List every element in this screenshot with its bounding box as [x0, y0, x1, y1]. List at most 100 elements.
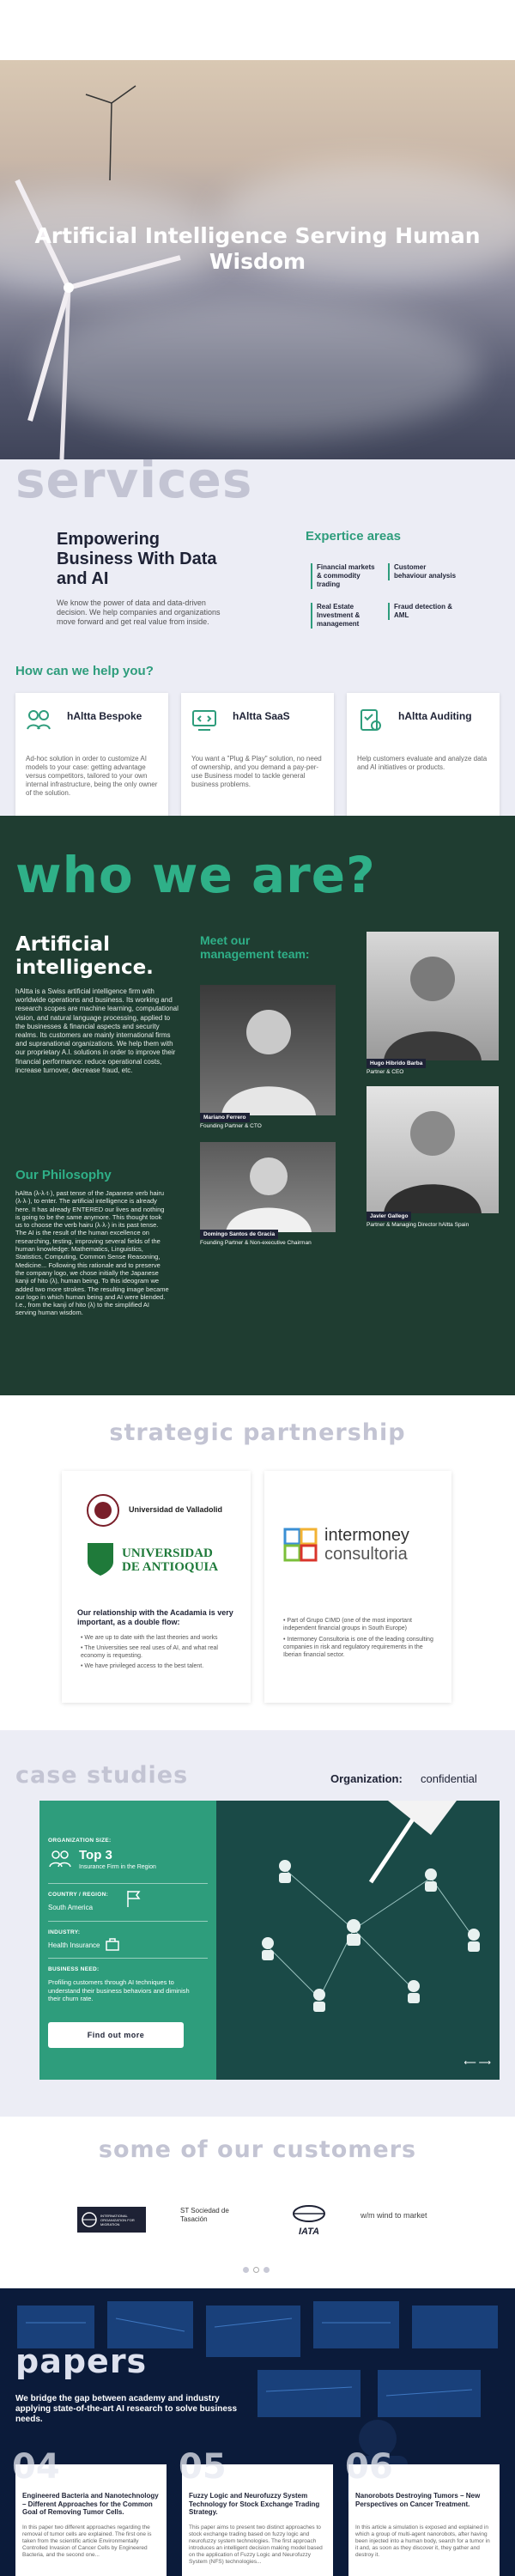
intermoney-logo-line: intermoney — [324, 1526, 409, 1545]
ai-text: hAltta is a Swiss artificial intelligenc… — [15, 987, 179, 1074]
intermoney-bullet: • Part of Grupo CIMD (one of the most im… — [283, 1618, 412, 1631]
academia-bullets: • We are up to date with the last theori… — [81, 1634, 242, 1670]
customer-logo-text: INTERNATIONAL ORGANIZATION FOR MIGRATION — [100, 2214, 135, 2227]
customer-logo-text: w/m wind to market — [360, 2211, 427, 2220]
academia-bullet: • We are up to date with the last theori… — [81, 1635, 218, 1641]
iom-logo: INTERNATIONAL ORGANIZATION FOR MIGRATION — [77, 2207, 146, 2233]
paper-title: Nanorobots Destroying Tumors – New Persp… — [355, 2492, 481, 2508]
team-member-role: Founding Partner & CTO — [200, 1123, 262, 1129]
paper-card[interactable]: 06 Nanorobots Destroying Tumors – New Pe… — [345, 2447, 500, 2576]
expertise-item: Real Estate Investment & management — [311, 603, 379, 629]
paper-text: In this paper two different approaches r… — [22, 2524, 152, 2558]
academia-heading: Our relationship with the Acadamia is ve… — [77, 1608, 233, 1626]
top-bar — [0, 0, 515, 60]
ai-title: Artificial intelligence. — [15, 933, 154, 979]
antioquia-seal-logo — [88, 1543, 113, 1576]
service-card-auditing[interactable]: hAltta Auditing Help customers evaluate … — [347, 693, 500, 826]
auditing-icon — [360, 709, 381, 731]
wind-to-market-logo: w/m wind to market — [360, 2211, 446, 2220]
person-portrait — [384, 1111, 482, 1213]
team-photo — [367, 1086, 499, 1213]
team-member-name: Mariano Ferrero — [200, 1113, 250, 1122]
divider — [48, 1958, 208, 1959]
case-industry-label: INDUSTRY: — [48, 1929, 81, 1935]
strategic-section-title: strategic partnership — [109, 1419, 406, 1446]
intermoney-bullet: • Intermoney Consultoria is one of the l… — [283, 1637, 433, 1658]
carousel-dot[interactable] — [264, 2267, 270, 2273]
network-people-illustration — [262, 1801, 480, 2012]
expertise-item: Fraud detection & AML — [388, 603, 457, 620]
paper-number: 04 — [12, 2447, 60, 2487]
paper-title: Fuzzy Logic and Neurofuzzy System Techno… — [189, 2492, 320, 2516]
team-title: Meet our management team: — [200, 933, 310, 961]
find-out-more-button[interactable]: Find out more — [48, 2022, 184, 2048]
service-card-text: Help customers evaluate and analyze data… — [357, 755, 488, 771]
team-member-name: Javier Gallego — [367, 1212, 412, 1221]
team-member-caption: Javier Gallego Partner & Managing Direct… — [367, 1206, 495, 1229]
partner-logo-antioquia: UNIVERSIDAD DE ANTIOQUIA — [122, 1546, 219, 1574]
service-card-title: hAltta Bespoke — [67, 710, 142, 722]
saas-icon — [192, 710, 216, 731]
paper-number: 06 — [345, 2447, 393, 2487]
next-arrow-icon[interactable]: ⟶ — [479, 2058, 491, 2068]
team-member-role: Partner & Managing Director hAltta Spain — [367, 1222, 470, 1228]
customers-section-title: some of our customers — [98, 2136, 417, 2163]
paper-card[interactable]: 05 Fuzzy Logic and Neurofuzzy System Tec… — [179, 2447, 333, 2576]
case-size-value: Top 3 — [79, 1848, 112, 1862]
globe-logo-mark — [293, 2205, 325, 2222]
intermoney-logo-line: consultoria — [324, 1545, 408, 1564]
previous-arrow-icon[interactable]: ⟵ — [464, 2058, 476, 2068]
services-section-title: services — [15, 451, 253, 509]
paper-number: 05 — [179, 2447, 227, 2487]
team-member-role: Partner & CEO — [367, 1069, 404, 1075]
team-member-name: Domingo Santos de Gracia — [200, 1230, 279, 1239]
service-card-text: Ad-hoc solution in order to customize AI… — [26, 755, 158, 797]
case-needs-label: BUSINESS NEED: — [48, 1966, 100, 1972]
customer-logo-text: IATA — [298, 2227, 320, 2237]
case-country-label: COUNTRY / REGION: — [48, 1892, 109, 1898]
carousel-dot-active[interactable] — [253, 2267, 259, 2273]
academia-bullet: • The Universities see real uses of AI, … — [81, 1645, 218, 1659]
people-icon — [49, 1850, 71, 1868]
paper-text: This paper aims to present two distinct … — [189, 2524, 323, 2565]
service-card-title: hAltta SaaS — [233, 710, 290, 722]
paper-card[interactable]: 04 Engineered Bacteria and Nanotechnolog… — [12, 2447, 167, 2576]
philosophy-title: Our Philosophy — [15, 1168, 112, 1182]
st-logo: ST Sociedad de Tasación — [180, 2207, 258, 2224]
team-member-caption: Hugo Hibrido Barba Partner & CEO — [367, 1054, 427, 1076]
valladolid-seal-logo — [87, 1494, 119, 1527]
service-card-bespoke[interactable]: hAltta Bespoke Ad-hoc solution in order … — [15, 693, 168, 826]
team-photo — [200, 1142, 336, 1232]
hero-title: Artificial Intelligence Serving Human Wi… — [34, 223, 481, 274]
intermoney-logo-text: intermoney consultoria — [324, 1526, 409, 1564]
person-portrait — [226, 1157, 312, 1232]
paper-title: Engineered Bacteria and Nanotechnology –… — [22, 2492, 159, 2516]
team-member-caption: Domingo Santos de Gracia Founding Partne… — [200, 1224, 312, 1247]
team-photo — [200, 985, 336, 1115]
papers-section-title: papers — [15, 2342, 148, 2380]
expertise-title: Expertice areas — [306, 529, 401, 544]
intermoney-bullets: • Part of Grupo CIMD (one of the most im… — [283, 1617, 438, 1659]
carousel-dot[interactable] — [243, 2267, 249, 2273]
case-size-sub: Insurance Firm in the Region — [79, 1864, 156, 1870]
team-member-role: Founding Partner & Non-executive Chairma… — [200, 1240, 312, 1246]
case-industry-value: Health Insurance — [48, 1941, 100, 1949]
intermoney-logo-mark — [283, 1528, 318, 1562]
services-heading: Empowering Business With Data and AI — [57, 530, 217, 588]
hero-banner: Artificial Intelligence Serving Human Wi… — [0, 60, 515, 459]
partner-logo-valladolid: Universidad de Valladolid — [129, 1505, 223, 1514]
flag-icon — [127, 1891, 141, 1907]
service-card-saas[interactable]: hAltta SaaS You want a "Plug & Play" sol… — [181, 693, 334, 826]
carousel-dots — [243, 2267, 272, 2274]
service-card-text: You want a "Plug & Play" solution, no ne… — [191, 755, 322, 788]
expertise-item: Customer behaviour analysis — [388, 563, 457, 580]
team-photo — [367, 932, 499, 1060]
globe-logo-mark — [82, 2212, 97, 2227]
expertise-item: Financial markets & commodity trading — [311, 563, 379, 589]
organization-value: confidential — [421, 1772, 477, 1785]
case-needs-value: Profiling customers through AI technique… — [48, 1978, 190, 2002]
services-text: We know the power of data and data-drive… — [57, 598, 221, 626]
divider — [48, 1921, 208, 1922]
case-country-value: South America — [48, 1904, 94, 1911]
bespoke-icon — [27, 710, 51, 730]
